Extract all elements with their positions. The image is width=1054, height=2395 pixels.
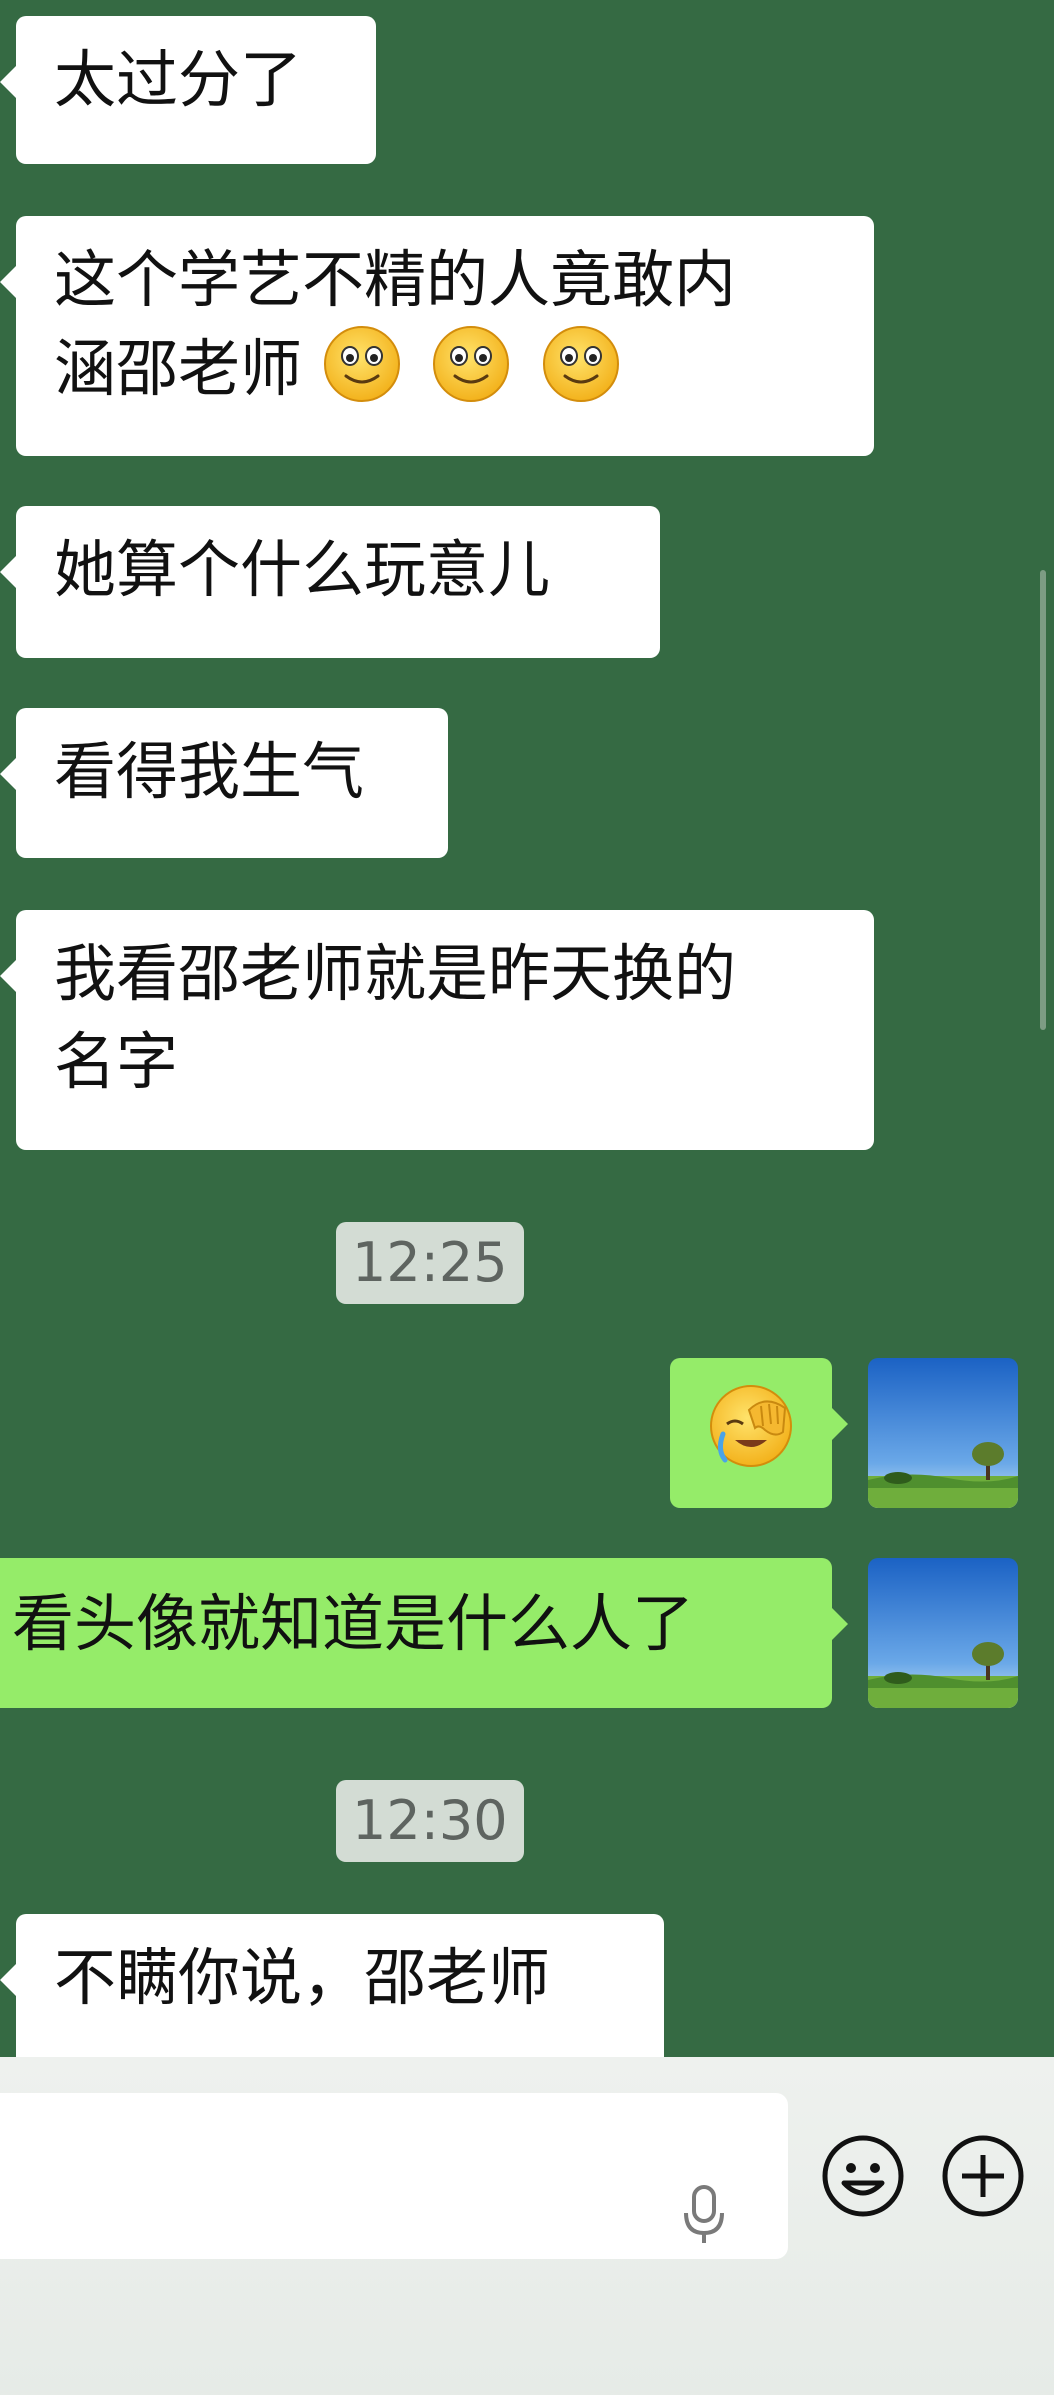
landscape-avatar-image: [868, 1558, 1018, 1708]
scrollbar[interactable]: [1040, 570, 1046, 1030]
incoming-message[interactable]: 这个学艺不精的人竟敢内 涵邵老师: [0, 216, 874, 456]
message-input[interactable]: [0, 2093, 788, 2259]
incoming-message[interactable]: 我看邵老师就是昨天换的 名字: [0, 910, 874, 1150]
message-text: 名字: [54, 1025, 179, 1098]
message-text: 看头像就知道是什么人了: [12, 1587, 695, 1660]
message-text: 太过分了: [54, 43, 303, 116]
chat-area[interactable]: 太过分了 这个学艺不精的人竟敢内 涵邵老师 她算个什么玩意儿 看得我生气 我看邵…: [0, 0, 1054, 2057]
plus-icon[interactable]: [940, 2133, 1026, 2219]
avatar[interactable]: [868, 1558, 1018, 1708]
avatar[interactable]: [868, 1358, 1018, 1508]
outgoing-message[interactable]: [670, 1358, 848, 1508]
message-text: 她算个什么玩意儿: [54, 533, 551, 606]
incoming-message[interactable]: 她算个什么玩意儿: [0, 506, 660, 658]
landscape-avatar-image: [868, 1358, 1018, 1508]
input-bar: [0, 2057, 1054, 2395]
timestamp: 12:30: [336, 1780, 524, 1862]
slightly-smiling-face-icon: [431, 324, 511, 404]
message-text: 不瞒你说，邵老师: [54, 1941, 551, 2014]
face-palm-crying-icon: [710, 1385, 792, 1467]
message-text: 这个学艺不精的人竟敢内: [54, 243, 737, 316]
message-text: 我看邵老师就是昨天换的: [54, 937, 737, 1010]
outgoing-message[interactable]: 看头像就知道是什么人了: [0, 1558, 848, 1708]
timestamp: 12:25: [336, 1222, 524, 1304]
incoming-message[interactable]: 太过分了: [0, 16, 376, 164]
message-text: 看得我生气: [54, 735, 365, 808]
incoming-message[interactable]: 看得我生气: [0, 708, 448, 858]
incoming-message[interactable]: 不瞒你说，邵老师: [0, 1914, 664, 2057]
slightly-smiling-face-icon: [541, 324, 621, 404]
microphone-icon[interactable]: [680, 2183, 728, 2247]
slightly-smiling-face-icon: [322, 324, 402, 404]
message-text: 涵邵老师: [54, 332, 303, 405]
emoji-icon[interactable]: [820, 2133, 906, 2219]
